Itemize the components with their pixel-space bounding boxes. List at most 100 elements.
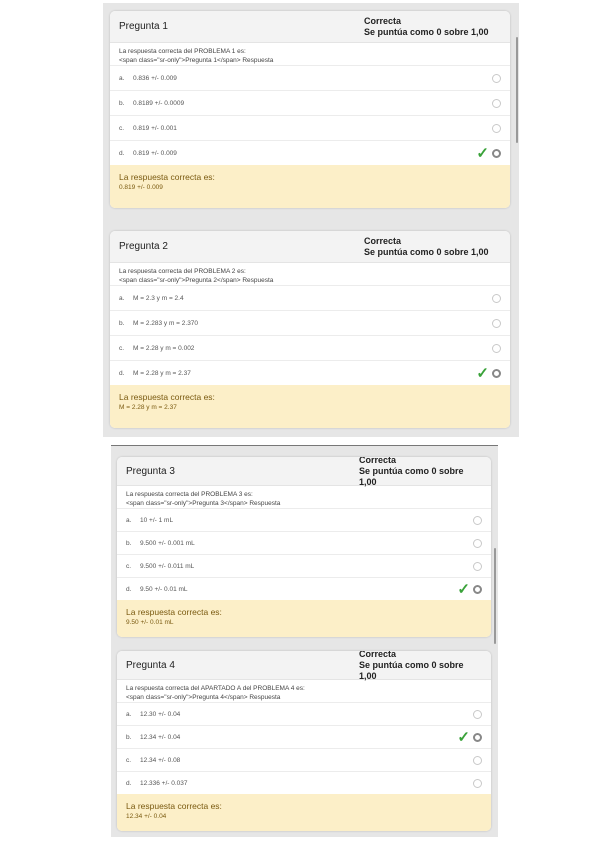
option-letter: d.	[126, 779, 132, 787]
radio-button[interactable]	[473, 755, 482, 765]
option-text: 12.336 +/- 0.037	[140, 779, 188, 787]
feedback-value: M = 2.28 y m = 2.37	[119, 404, 177, 411]
prompt-line: <span class="sr-only">Pregunta 3</span> …	[126, 500, 281, 507]
answer-option-c[interactable]: c. 12.34 +/- 0.08	[117, 748, 491, 771]
feedback-label: La respuesta correcta es:	[119, 172, 215, 182]
radio-button[interactable]	[492, 123, 501, 133]
option-letter: d.	[119, 149, 125, 157]
question-status: Correcta	[359, 457, 397, 465]
answer-option-c[interactable]: c. M = 2.28 y m = 0.002	[110, 335, 510, 360]
option-text: 10 +/- 1 mL	[140, 516, 174, 524]
question-score: Se puntúa como 0 sobre 1,00	[359, 659, 464, 681]
prompt-line: <span class="sr-only">Pregunta 2</span> …	[119, 277, 274, 284]
checkmark-icon: ✓	[457, 728, 470, 746]
screenshot-panel-top: Pregunta 1 Correcta Se puntúa como 0 sob…	[103, 3, 519, 437]
answer-option-b[interactable]: b. 9.500 +/- 0.001 mL	[117, 531, 491, 554]
radio-button-selected[interactable]	[492, 368, 501, 378]
answer-option-b[interactable]: b. 0.8189 +/- 0.0009	[110, 90, 510, 115]
option-letter: c.	[119, 124, 125, 132]
question-prompt: La respuesta correcta del APARTADO A del…	[117, 680, 491, 702]
question-score: Se puntúa como 0 sobre 1,00	[359, 465, 464, 487]
correct-answer-feedback: La respuesta correcta es: 12.34 +/- 0.04	[117, 794, 491, 831]
option-letter: c.	[126, 562, 132, 570]
correct-answer-feedback: La respuesta correcta es: M = 2.28 y m =…	[110, 385, 510, 428]
option-text: 12.34 +/- 0.08	[140, 756, 181, 764]
checkmark-icon: ✓	[476, 364, 489, 382]
option-text: 0.8189 +/- 0.0009	[133, 99, 185, 107]
option-letter: b.	[126, 733, 132, 741]
option-text: 0.819 +/- 0.009	[133, 149, 177, 157]
question-card-2: Pregunta 2 Correcta Se puntúa como 0 sob…	[110, 231, 510, 428]
radio-button[interactable]	[492, 73, 501, 83]
question-title: Pregunta 2	[119, 241, 168, 252]
question-prompt: La respuesta correcta del PROBLEMA 1 es:…	[110, 43, 510, 65]
correct-answer-feedback: La respuesta correcta es: 9.50 +/- 0.01 …	[117, 600, 491, 637]
scrollbar[interactable]	[494, 548, 496, 644]
radio-button[interactable]	[473, 561, 482, 571]
radio-button[interactable]	[492, 98, 501, 108]
radio-button[interactable]	[492, 293, 501, 303]
radio-button-selected[interactable]	[473, 584, 482, 594]
feedback-value: 12.34 +/- 0.04	[126, 813, 167, 820]
option-letter: c.	[119, 344, 125, 352]
option-letter: a.	[119, 294, 125, 302]
option-text: M = 2.28 y m = 0.002	[133, 344, 195, 352]
feedback-value: 9.50 +/- 0.01 mL	[126, 619, 174, 626]
answer-option-b[interactable]: b. 12.34 +/- 0.04 ✓	[117, 725, 491, 748]
feedback-label: La respuesta correcta es:	[126, 801, 222, 811]
question-title: Pregunta 1	[119, 21, 168, 32]
scrollbar[interactable]	[516, 37, 518, 143]
option-text: M = 2.3 y m = 2.4	[133, 294, 184, 302]
answer-option-a[interactable]: a. 12.30 +/- 0.04	[117, 702, 491, 725]
answer-option-b[interactable]: b. M = 2.283 y m = 2.370	[110, 310, 510, 335]
question-prompt: La respuesta correcta del PROBLEMA 3 es:…	[117, 486, 491, 508]
option-text: 12.34 +/- 0.04	[140, 733, 181, 741]
question-title: Pregunta 4	[126, 659, 175, 671]
option-text: 9.500 +/- 0.001 mL	[140, 539, 195, 547]
option-text: 9.50 +/- 0.01 mL	[140, 585, 188, 593]
question-status: Correcta	[359, 651, 397, 659]
prompt-line: <span class="sr-only">Pregunta 4</span> …	[126, 694, 281, 701]
radio-button-selected[interactable]	[492, 148, 501, 158]
option-letter: a.	[126, 710, 132, 718]
feedback-label: La respuesta correcta es:	[119, 392, 215, 402]
question-header: Pregunta 3 Correcta Se puntúa como 0 sob…	[117, 457, 491, 487]
answer-option-c[interactable]: c. 0.819 +/- 0.001	[110, 115, 510, 140]
feedback-value: 0.819 +/- 0.009	[119, 184, 163, 191]
prompt-line: <span class="sr-only">Pregunta 1</span> …	[119, 57, 274, 64]
option-letter: b.	[126, 539, 132, 547]
radio-button-selected[interactable]	[473, 732, 482, 742]
answer-option-d[interactable]: d. 0.819 +/- 0.009 ✓	[110, 140, 510, 165]
answer-option-a[interactable]: a. 0.836 +/- 0.009	[110, 65, 510, 90]
answer-mark: ✓	[457, 730, 482, 745]
question-prompt: La respuesta correcta del PROBLEMA 2 es:…	[110, 263, 510, 285]
answer-mark: ✓	[476, 146, 501, 161]
answer-option-a[interactable]: a. M = 2.3 y m = 2.4	[110, 285, 510, 310]
radio-button[interactable]	[473, 538, 482, 548]
checkmark-icon: ✓	[476, 144, 489, 162]
answer-option-d[interactable]: d. 9.50 +/- 0.01 mL ✓	[117, 577, 491, 600]
option-text: M = 2.28 y m = 2.37	[133, 369, 191, 377]
option-letter: d.	[126, 585, 132, 593]
radio-button[interactable]	[473, 709, 482, 719]
radio-button[interactable]	[473, 515, 482, 525]
question-header: Pregunta 1 Correcta Se puntúa como 0 sob…	[110, 11, 510, 43]
radio-button[interactable]	[492, 343, 501, 353]
answer-option-c[interactable]: c. 9.500 +/- 0.011 mL	[117, 554, 491, 577]
question-score: Se puntúa como 0 sobre 1,00	[364, 26, 489, 37]
question-status: Correcta	[364, 15, 402, 26]
prompt-line: La respuesta correcta del PROBLEMA 3 es:	[126, 491, 253, 498]
prompt-line: La respuesta correcta del PROBLEMA 2 es:	[119, 268, 246, 275]
answer-option-d[interactable]: d. 12.336 +/- 0.037	[117, 771, 491, 794]
option-letter: b.	[119, 99, 125, 107]
question-card-1: Pregunta 1 Correcta Se puntúa como 0 sob…	[110, 11, 510, 208]
option-text: 0.819 +/- 0.001	[133, 124, 177, 132]
option-letter: b.	[119, 319, 125, 327]
answer-option-d[interactable]: d. M = 2.28 y m = 2.37 ✓	[110, 360, 510, 385]
radio-button[interactable]	[473, 778, 482, 788]
answer-option-a[interactable]: a. 10 +/- 1 mL	[117, 508, 491, 531]
option-letter: a.	[119, 74, 125, 82]
question-score: Se puntúa como 0 sobre 1,00	[364, 246, 489, 257]
radio-button[interactable]	[492, 318, 501, 328]
option-letter: d.	[119, 369, 125, 377]
